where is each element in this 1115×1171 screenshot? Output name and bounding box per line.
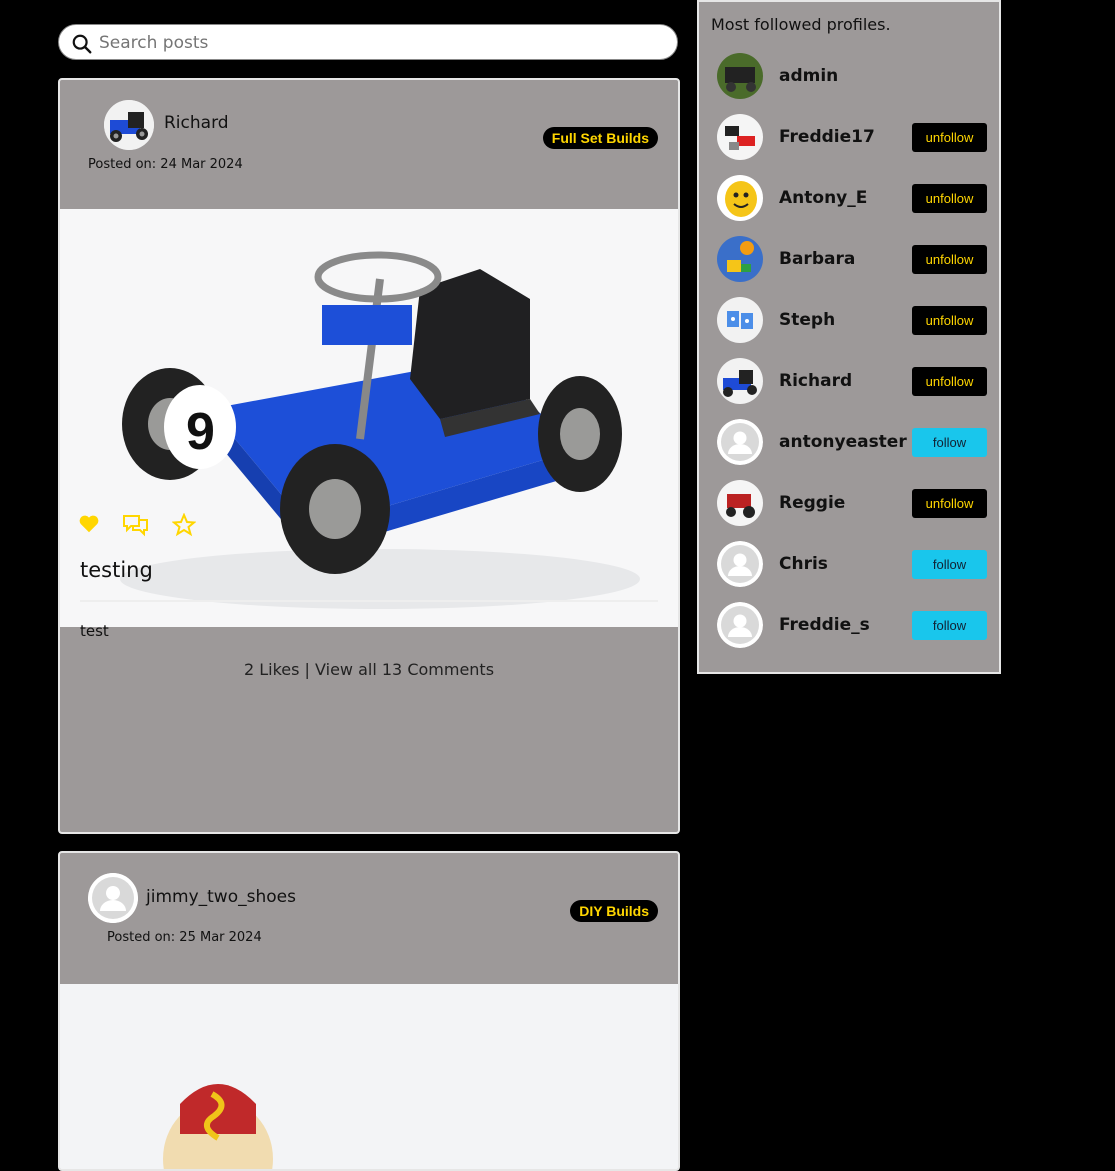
divider: [80, 600, 658, 602]
posted-date-value: 25 Mar 2024: [179, 930, 262, 945]
profile-name[interactable]: Steph: [779, 297, 835, 343]
profile-item[interactable]: Freddie_s follow: [717, 602, 989, 648]
follow-button[interactable]: follow: [912, 428, 987, 457]
unfollow-button[interactable]: unfollow: [912, 367, 987, 396]
post-author[interactable]: Richard: [164, 113, 229, 133]
category-badge[interactable]: DIY Builds: [570, 900, 658, 922]
author-avatar[interactable]: [88, 873, 138, 923]
profile-avatar[interactable]: [717, 602, 763, 648]
profile-item[interactable]: Richard unfollow: [717, 358, 989, 404]
comments-icon[interactable]: [122, 513, 150, 541]
author-avatar[interactable]: [104, 100, 154, 150]
profile-avatar[interactable]: [717, 297, 763, 343]
profile-item[interactable]: Chris follow: [717, 541, 989, 587]
category-badge[interactable]: Full Set Builds: [542, 127, 658, 149]
profile-avatar[interactable]: [717, 114, 763, 160]
posted-date-value: 24 Mar 2024: [160, 157, 243, 172]
unfollow-button[interactable]: unfollow: [912, 306, 987, 335]
default-avatar-icon: [717, 419, 763, 465]
default-avatar-icon: [88, 873, 138, 923]
profile-item[interactable]: antonyeaster follow: [717, 419, 989, 465]
post-card: Richard Posted on: 24 Mar 2024 Full Set …: [58, 78, 680, 834]
profile-name[interactable]: Richard: [779, 358, 852, 404]
post-card: jimmy_two_shoes Posted on: 25 Mar 2024 D…: [58, 851, 680, 1171]
view-comments-link[interactable]: View all 13 Comments: [315, 660, 494, 679]
profile-item[interactable]: Steph unfollow: [717, 297, 989, 343]
posted-label: Posted on:: [107, 930, 176, 945]
profile-avatar[interactable]: [717, 358, 763, 404]
profile-avatar[interactable]: [717, 480, 763, 526]
follow-button[interactable]: follow: [912, 611, 987, 640]
search-bar[interactable]: [58, 24, 678, 61]
profile-name[interactable]: admin: [779, 53, 838, 99]
post-stats: 2 Likes | View all 13 Comments: [60, 660, 678, 679]
profile-item[interactable]: admin: [717, 53, 989, 99]
svg-text:9: 9: [186, 403, 215, 461]
unfollow-button[interactable]: unfollow: [912, 184, 987, 213]
profile-item[interactable]: Barbara unfollow: [717, 236, 989, 282]
profile-name[interactable]: Chris: [779, 541, 828, 587]
profile-name[interactable]: Antony_E: [779, 175, 867, 221]
default-avatar-icon: [717, 541, 763, 587]
post-date: Posted on: 24 Mar 2024: [88, 157, 243, 172]
post-date: Posted on: 25 Mar 2024: [107, 930, 262, 945]
profile-name[interactable]: Reggie: [779, 480, 845, 526]
profile-item[interactable]: Freddie17 unfollow: [717, 114, 989, 160]
profile-name[interactable]: Freddie17: [779, 114, 875, 160]
most-followed-sidebar: Most followed profiles. admin Freddie17 …: [697, 0, 1001, 674]
likes-count: 2 Likes: [243, 660, 300, 679]
search-input[interactable]: [99, 25, 659, 61]
follow-button[interactable]: follow: [912, 550, 987, 579]
unfollow-button[interactable]: unfollow: [912, 245, 987, 274]
profile-avatar[interactable]: [717, 236, 763, 282]
posted-label: Posted on:: [88, 157, 157, 172]
profile-name[interactable]: Barbara: [779, 236, 855, 282]
lego-minifigure-image: [60, 984, 678, 1169]
profile-item[interactable]: Reggie unfollow: [717, 480, 989, 526]
post-title[interactable]: testing: [80, 558, 153, 582]
default-avatar-icon: [717, 602, 763, 648]
sidebar-title: Most followed profiles.: [711, 15, 891, 34]
unfollow-button[interactable]: unfollow: [912, 123, 987, 152]
profile-avatar[interactable]: [717, 541, 763, 587]
profile-avatar[interactable]: [717, 419, 763, 465]
post-image[interactable]: [60, 984, 678, 1169]
star-icon[interactable]: [171, 512, 197, 541]
stats-separator: |: [304, 660, 310, 679]
search-icon: [72, 34, 92, 54]
profile-item[interactable]: Antony_E unfollow: [717, 175, 989, 221]
profile-name[interactable]: Freddie_s: [779, 602, 870, 648]
post-author[interactable]: jimmy_two_shoes: [146, 887, 296, 907]
heart-icon[interactable]: [78, 513, 100, 539]
unfollow-button[interactable]: unfollow: [912, 489, 987, 518]
profile-avatar[interactable]: [717, 53, 763, 99]
post-body: test: [80, 622, 109, 640]
profile-avatar[interactable]: [717, 175, 763, 221]
profile-name[interactable]: antonyeaster: [779, 419, 907, 465]
